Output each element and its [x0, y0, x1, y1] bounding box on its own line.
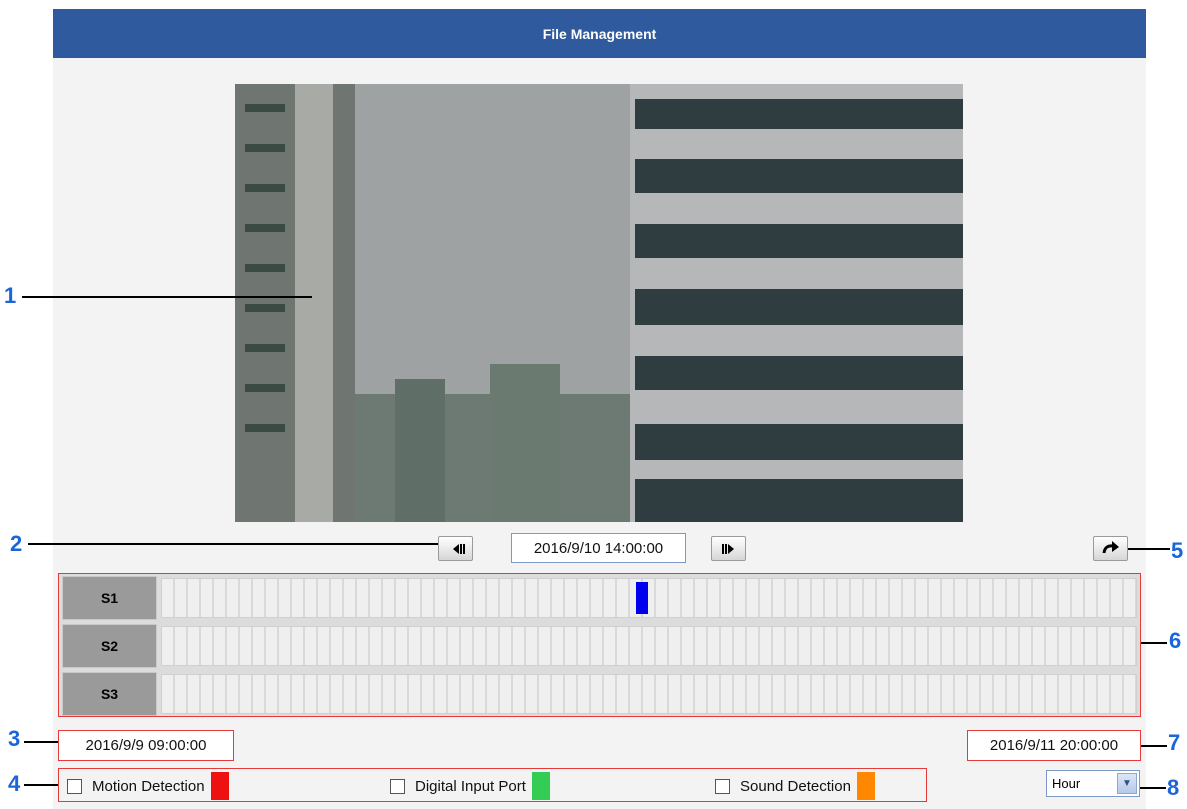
video-preview — [235, 84, 963, 522]
digital-input-color-swatch — [531, 772, 550, 800]
motion-checkbox[interactable] — [67, 778, 82, 794]
timeline-track[interactable] — [161, 674, 1137, 714]
recording-timeline: S1 S2 S3 — [58, 573, 1141, 717]
digital-input-checkbox[interactable] — [390, 778, 405, 794]
callout-4: 4 — [8, 771, 21, 796]
legend-digital-input[interactable]: Digital Input Port — [390, 769, 550, 803]
chevron-down-icon[interactable]: ▼ — [1117, 773, 1137, 794]
timeline-row-s1: S1 — [62, 576, 1137, 620]
go-to-time-button[interactable] — [1093, 536, 1128, 561]
sound-label: Sound Detection — [740, 777, 851, 795]
current-time-field[interactable]: 2016/9/10 14:00:00 — [511, 533, 686, 563]
callout-line-8 — [1140, 787, 1166, 789]
digital-input-label: Digital Input Port — [415, 777, 526, 795]
row-label: S3 — [62, 672, 157, 716]
callout-3: 3 — [8, 726, 21, 751]
page-title: File Management — [53, 9, 1146, 58]
callout-2: 2 — [10, 531, 23, 556]
step-forward-button[interactable] — [711, 536, 746, 561]
step-forward-icon — [721, 543, 734, 554]
motion-label: Motion Detection — [92, 777, 205, 795]
callout-7: 7 — [1168, 730, 1181, 755]
timeline-end-time: 2016/9/11 20:00:00 — [967, 730, 1141, 761]
event-legend: Motion Detection Digital Input Port Soun… — [58, 768, 927, 802]
step-back-button[interactable] — [438, 536, 473, 561]
time-scale-value: Hour — [1052, 776, 1081, 791]
recording-marker[interactable] — [636, 582, 648, 614]
step-back-icon — [452, 543, 465, 554]
callout-line-4 — [24, 784, 58, 786]
sound-color-swatch — [856, 772, 875, 800]
callout-line-5 — [1128, 548, 1170, 550]
sound-checkbox[interactable] — [715, 778, 730, 794]
timeline-start-time: 2016/9/9 09:00:00 — [58, 730, 234, 761]
legend-sound[interactable]: Sound Detection — [715, 769, 875, 803]
callout-line-7 — [1141, 745, 1167, 747]
timeline-row-s3: S3 — [62, 672, 1137, 716]
motion-color-swatch — [210, 772, 229, 800]
time-scale-select[interactable]: Hour ▼ — [1046, 770, 1140, 797]
callout-6: 6 — [1169, 628, 1182, 653]
row-label: S2 — [62, 624, 157, 668]
row-label: S1 — [62, 576, 157, 620]
timeline-track[interactable] — [161, 626, 1137, 666]
callout-5: 5 — [1171, 538, 1184, 563]
callout-1: 1 — [4, 283, 17, 308]
callout-8: 8 — [1167, 775, 1180, 800]
timeline-track[interactable] — [161, 578, 1137, 618]
callout-line-2 — [28, 543, 438, 545]
callout-line-1 — [22, 296, 312, 298]
redo-arrow-icon — [1102, 540, 1119, 553]
timeline-row-s2: S2 — [62, 624, 1137, 668]
video-image — [235, 84, 963, 522]
callout-line-3 — [24, 741, 58, 743]
legend-motion[interactable]: Motion Detection — [67, 769, 229, 803]
callout-line-6 — [1141, 642, 1167, 644]
